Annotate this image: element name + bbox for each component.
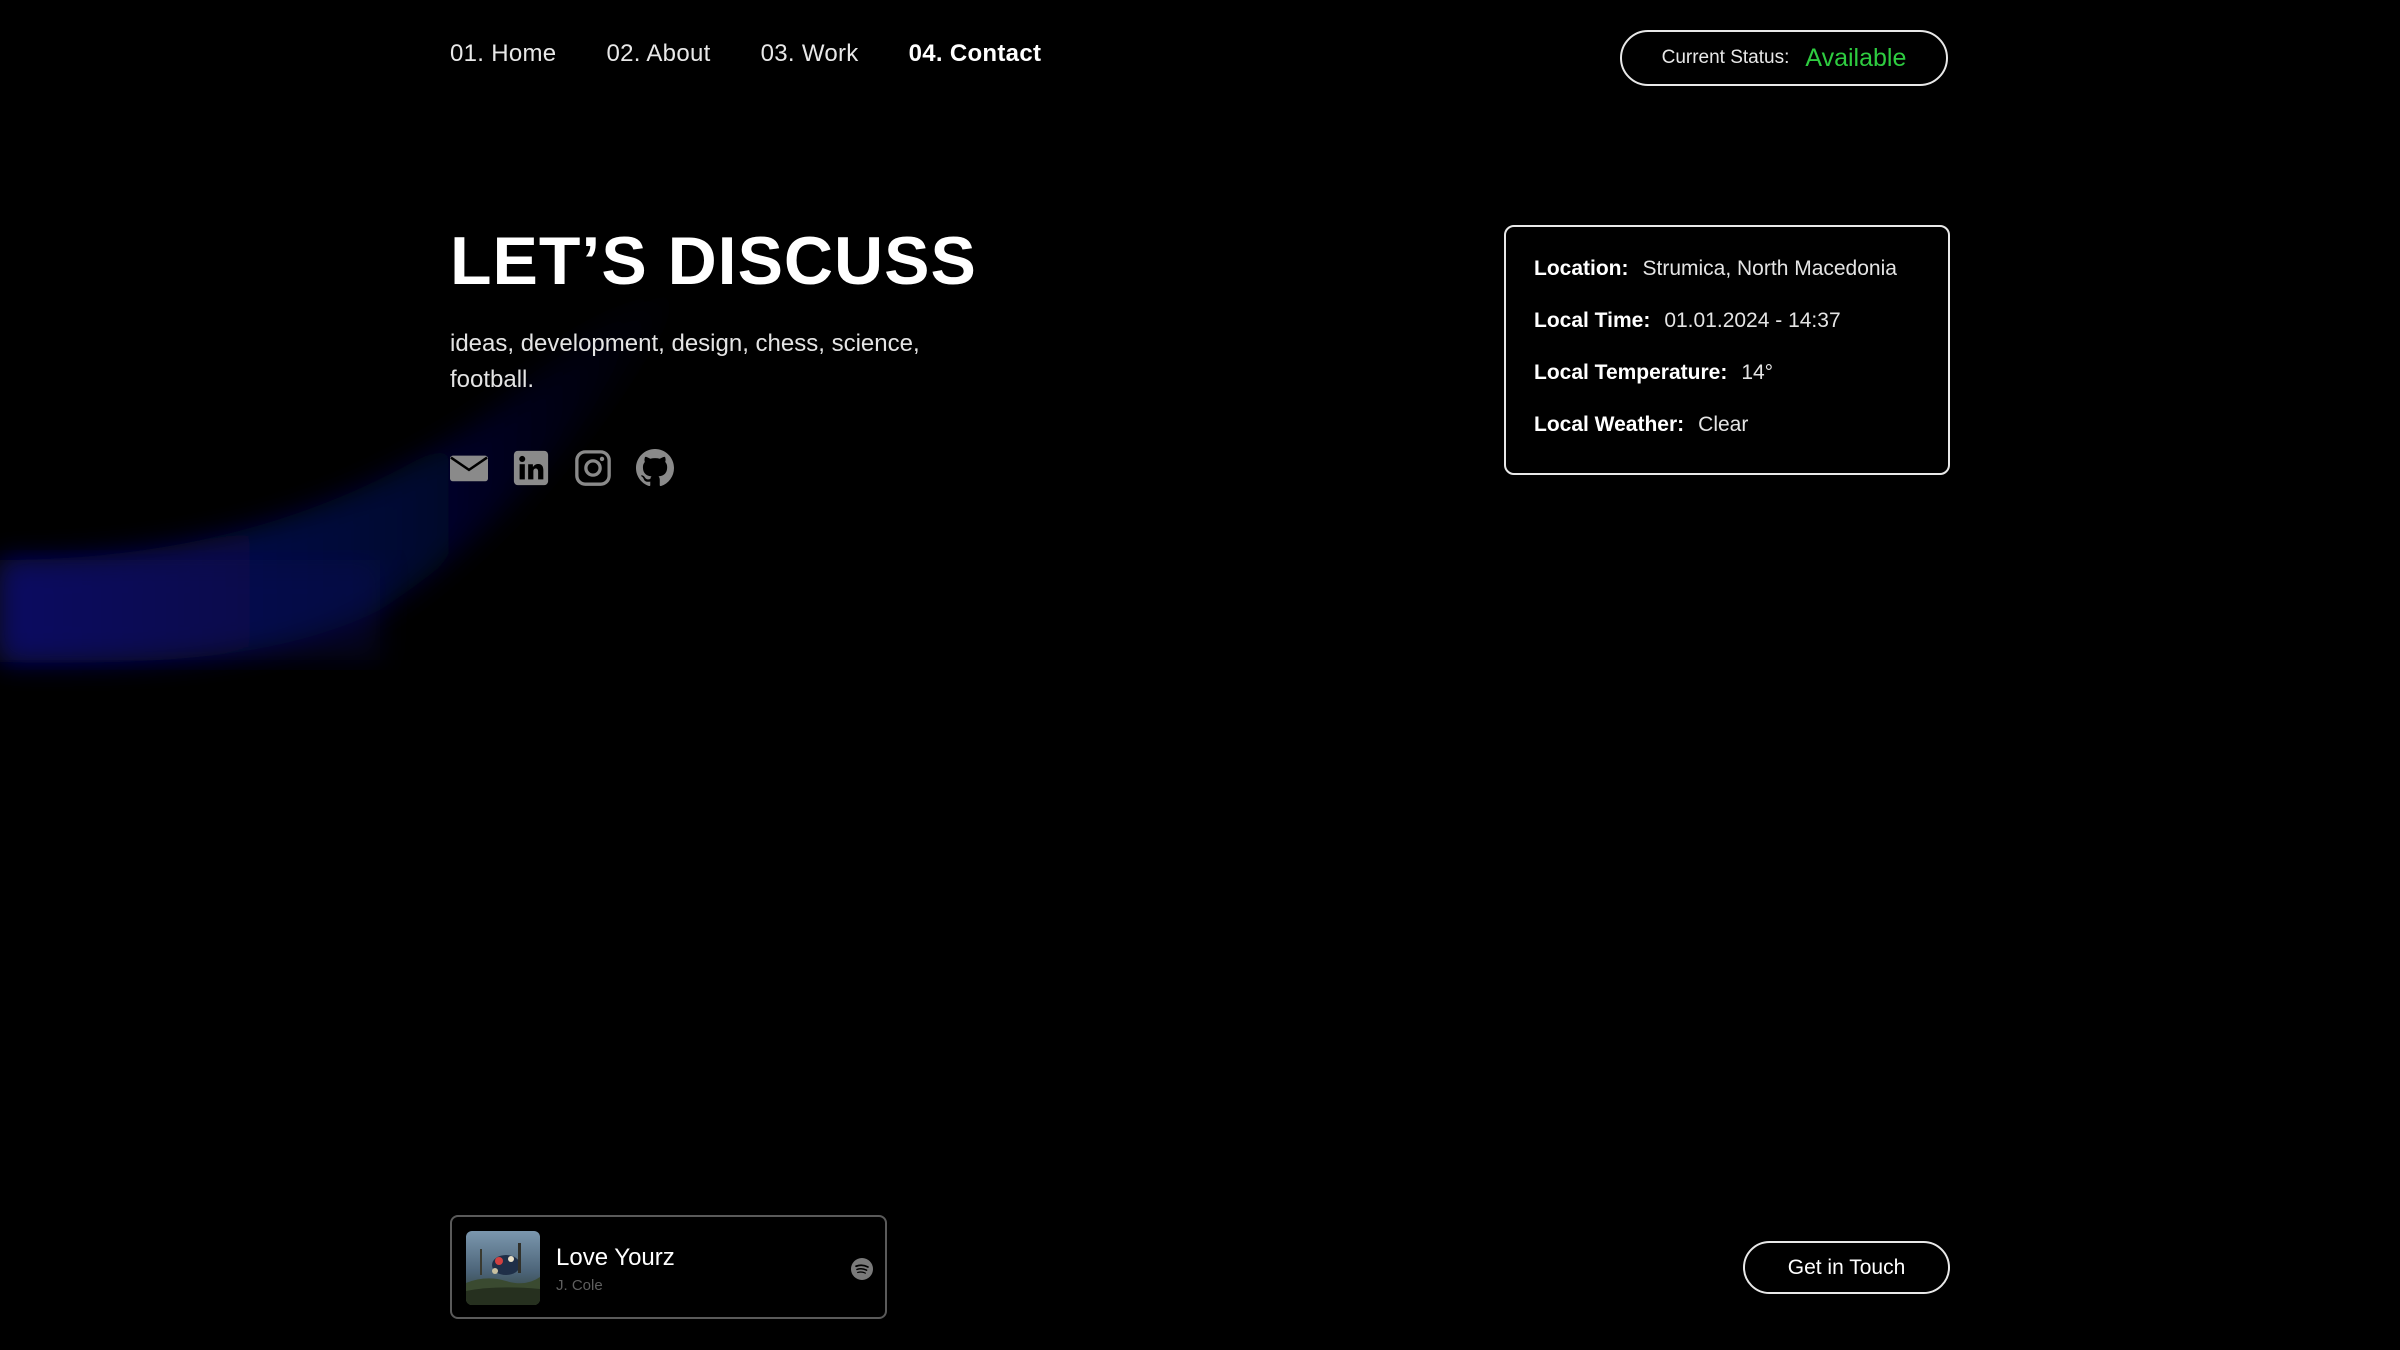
spotify-icon[interactable] [851, 1258, 873, 1280]
info-row-location: Location: Strumica, North Macedonia [1534, 257, 1920, 309]
track-artist: J. Cole [556, 1277, 603, 1294]
info-key: Location: [1534, 257, 1629, 280]
now-playing-card[interactable]: Love Yourz J. Cole [450, 1215, 887, 1319]
github-icon[interactable] [636, 449, 674, 487]
info-key: Local Time: [1534, 309, 1651, 332]
location-info-card: Location: Strumica, North Macedonia Loca… [1504, 225, 1950, 475]
linkedin-icon[interactable] [512, 449, 550, 487]
info-value: Clear [1698, 413, 1749, 436]
social-links [450, 449, 674, 487]
nav-contact-link[interactable]: 04. Contact [909, 40, 1042, 68]
info-value: 14° [1741, 361, 1774, 384]
instagram-icon[interactable] [574, 449, 612, 487]
nav-work-link[interactable]: 03. Work [761, 40, 859, 68]
info-row-weather: Local Weather: Clear [1534, 413, 1920, 465]
get-in-touch-button[interactable]: Get in Touch [1743, 1241, 1950, 1294]
nav-about-link[interactable]: 02. About [606, 40, 710, 68]
page-title: LET’S DISCUSS [450, 223, 977, 299]
info-row-temperature: Local Temperature: 14° [1534, 361, 1920, 413]
status-label: Current Status: [1661, 47, 1790, 68]
page-subtitle: ideas, development, design, chess, scien… [450, 330, 920, 393]
mail-icon[interactable] [450, 449, 488, 487]
info-key: Local Weather: [1534, 413, 1685, 436]
album-cover [466, 1231, 540, 1305]
track-title: Love Yourz [556, 1244, 675, 1271]
main-nav: 01. Home 02. About 03. Work 04. Contact [450, 40, 1041, 68]
nav-home-link[interactable]: 01. Home [450, 40, 556, 68]
info-row-time: Local Time: 01.01.2024 - 14:37 [1534, 309, 1920, 361]
info-value: Strumica, North Macedonia [1642, 257, 1897, 280]
info-key: Local Temperature: [1534, 361, 1728, 384]
background-glow [0, 280, 690, 663]
info-value: 01.01.2024 - 14:37 [1664, 309, 1841, 332]
status-pill: Current Status: Available [1620, 30, 1948, 86]
status-value: Available [1805, 43, 1907, 72]
